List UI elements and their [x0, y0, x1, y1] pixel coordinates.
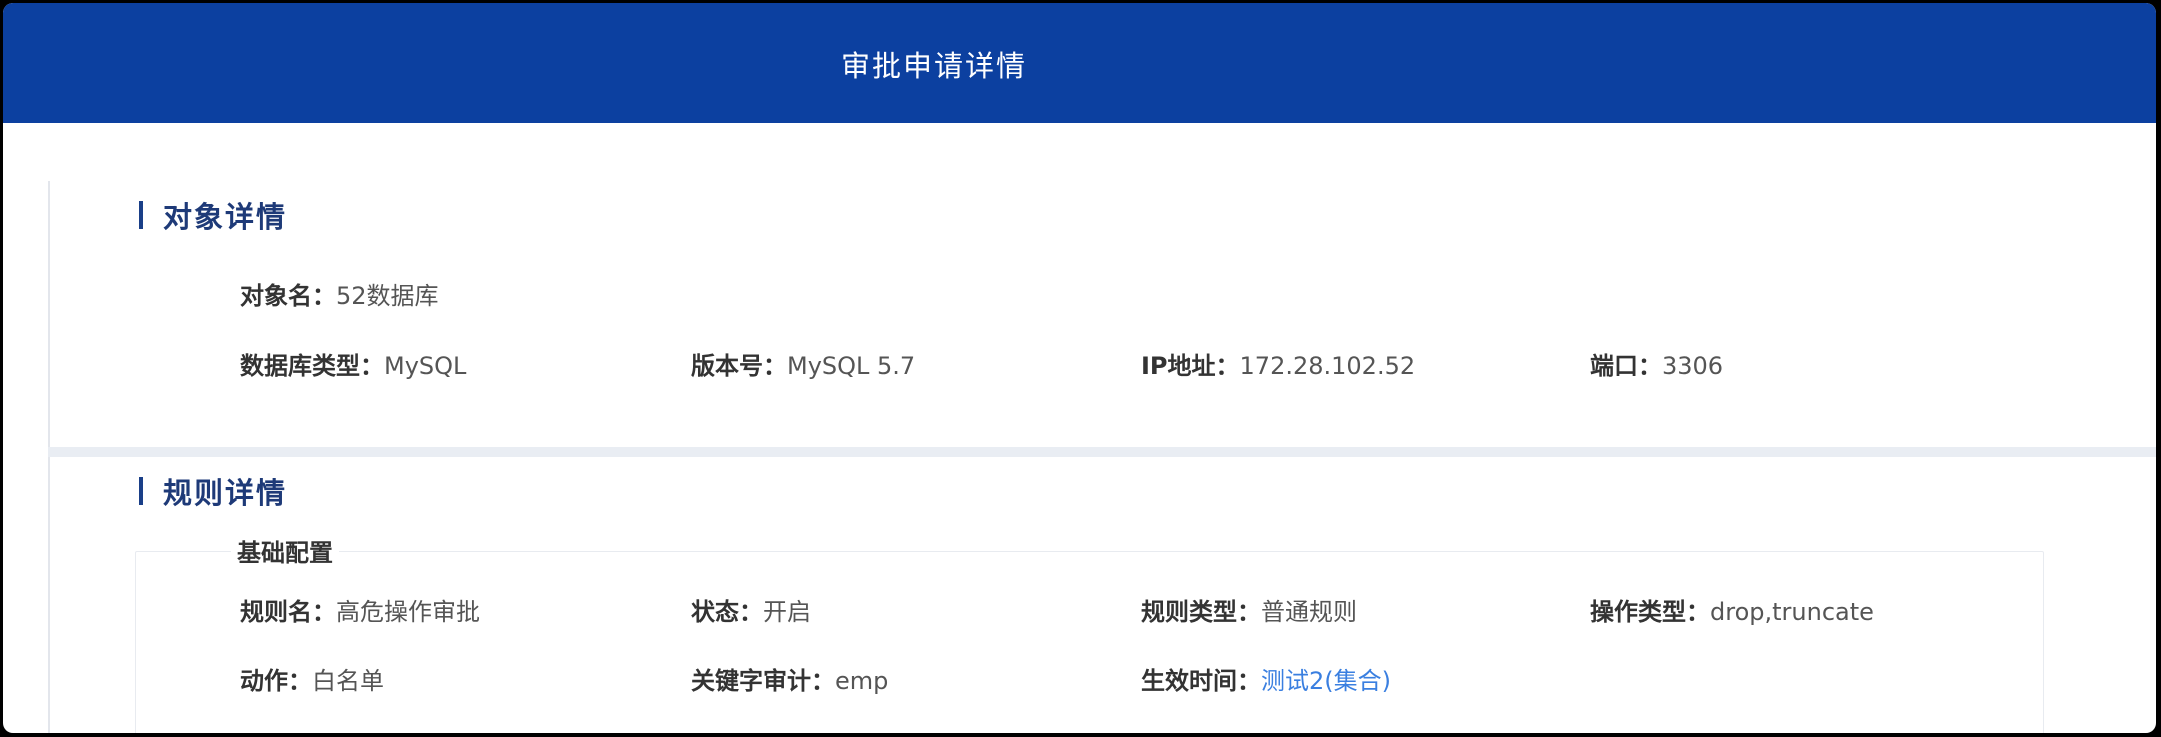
field-rule-name-label: 规则名：	[240, 598, 336, 626]
field-action-value: 白名单	[312, 667, 384, 695]
field-ip-label: IP地址：	[1141, 352, 1240, 380]
rule-section-heading: 规则详情	[139, 471, 287, 511]
basic-config-group	[135, 551, 2044, 733]
field-operation-type-value: drop,truncate	[1710, 598, 1874, 626]
field-rule-type-value: 普通规则	[1261, 598, 1357, 626]
section-accent-bar	[139, 477, 143, 505]
page-header: 审批申请详情	[3, 3, 2156, 123]
object-section-title: 对象详情	[163, 200, 288, 234]
field-rule-name-value: 高危操作审批	[336, 598, 480, 626]
field-action-label: 动作：	[240, 667, 312, 695]
field-object-name: 对象名：52数据库	[240, 280, 439, 312]
field-rule-type: 规则类型：普通规则	[1141, 596, 1357, 628]
field-port-label: 端口：	[1590, 352, 1662, 380]
field-db-type: 数据库类型：MySQL	[240, 350, 466, 382]
rule-section-title: 规则详情	[163, 476, 288, 510]
content-left-border	[48, 181, 50, 733]
object-section-heading: 对象详情	[139, 195, 287, 235]
field-object-name-value: 52数据库	[336, 282, 439, 310]
field-effective-time-label: 生效时间：	[1141, 667, 1261, 695]
basic-config-group-title: 基础配置	[231, 537, 339, 569]
page-title: 审批申请详情	[841, 49, 1028, 83]
field-rule-name: 规则名：高危操作审批	[240, 596, 480, 628]
field-version-label: 版本号：	[691, 352, 787, 380]
field-status: 状态：开启	[691, 596, 811, 628]
field-status-label: 状态：	[691, 598, 763, 626]
field-version: 版本号：MySQL 5.7	[691, 350, 915, 382]
field-status-value: 开启	[763, 598, 811, 626]
field-keyword-audit-value: emp	[835, 667, 889, 695]
field-keyword-audit-label: 关键字审计：	[691, 667, 835, 695]
field-db-type-value: MySQL	[384, 352, 467, 380]
field-ip-value: 172.28.102.52	[1239, 352, 1416, 380]
field-action: 动作：白名单	[240, 665, 384, 697]
field-operation-type: 操作类型：drop,truncate	[1590, 596, 1874, 628]
field-keyword-audit: 关键字审计：emp	[691, 665, 888, 697]
field-rule-type-label: 规则类型：	[1141, 598, 1261, 626]
field-port-value: 3306	[1662, 352, 1724, 380]
field-version-value: MySQL 5.7	[787, 352, 916, 380]
field-effective-time: 生效时间：测试2(集合)	[1141, 665, 1391, 697]
section-accent-bar	[139, 201, 143, 229]
field-operation-type-label: 操作类型：	[1590, 598, 1710, 626]
approval-detail-window: 审批申请详情 对象详情 对象名：52数据库 数据库类型：MySQL 版本号：My…	[3, 3, 2156, 733]
effective-time-link[interactable]: 测试2(集合)	[1261, 667, 1391, 695]
field-port: 端口：3306	[1590, 350, 1723, 382]
field-object-name-label: 对象名：	[240, 282, 336, 310]
field-ip: IP地址：172.28.102.52	[1141, 350, 1415, 382]
field-db-type-label: 数据库类型：	[240, 352, 384, 380]
section-divider	[48, 447, 2156, 457]
